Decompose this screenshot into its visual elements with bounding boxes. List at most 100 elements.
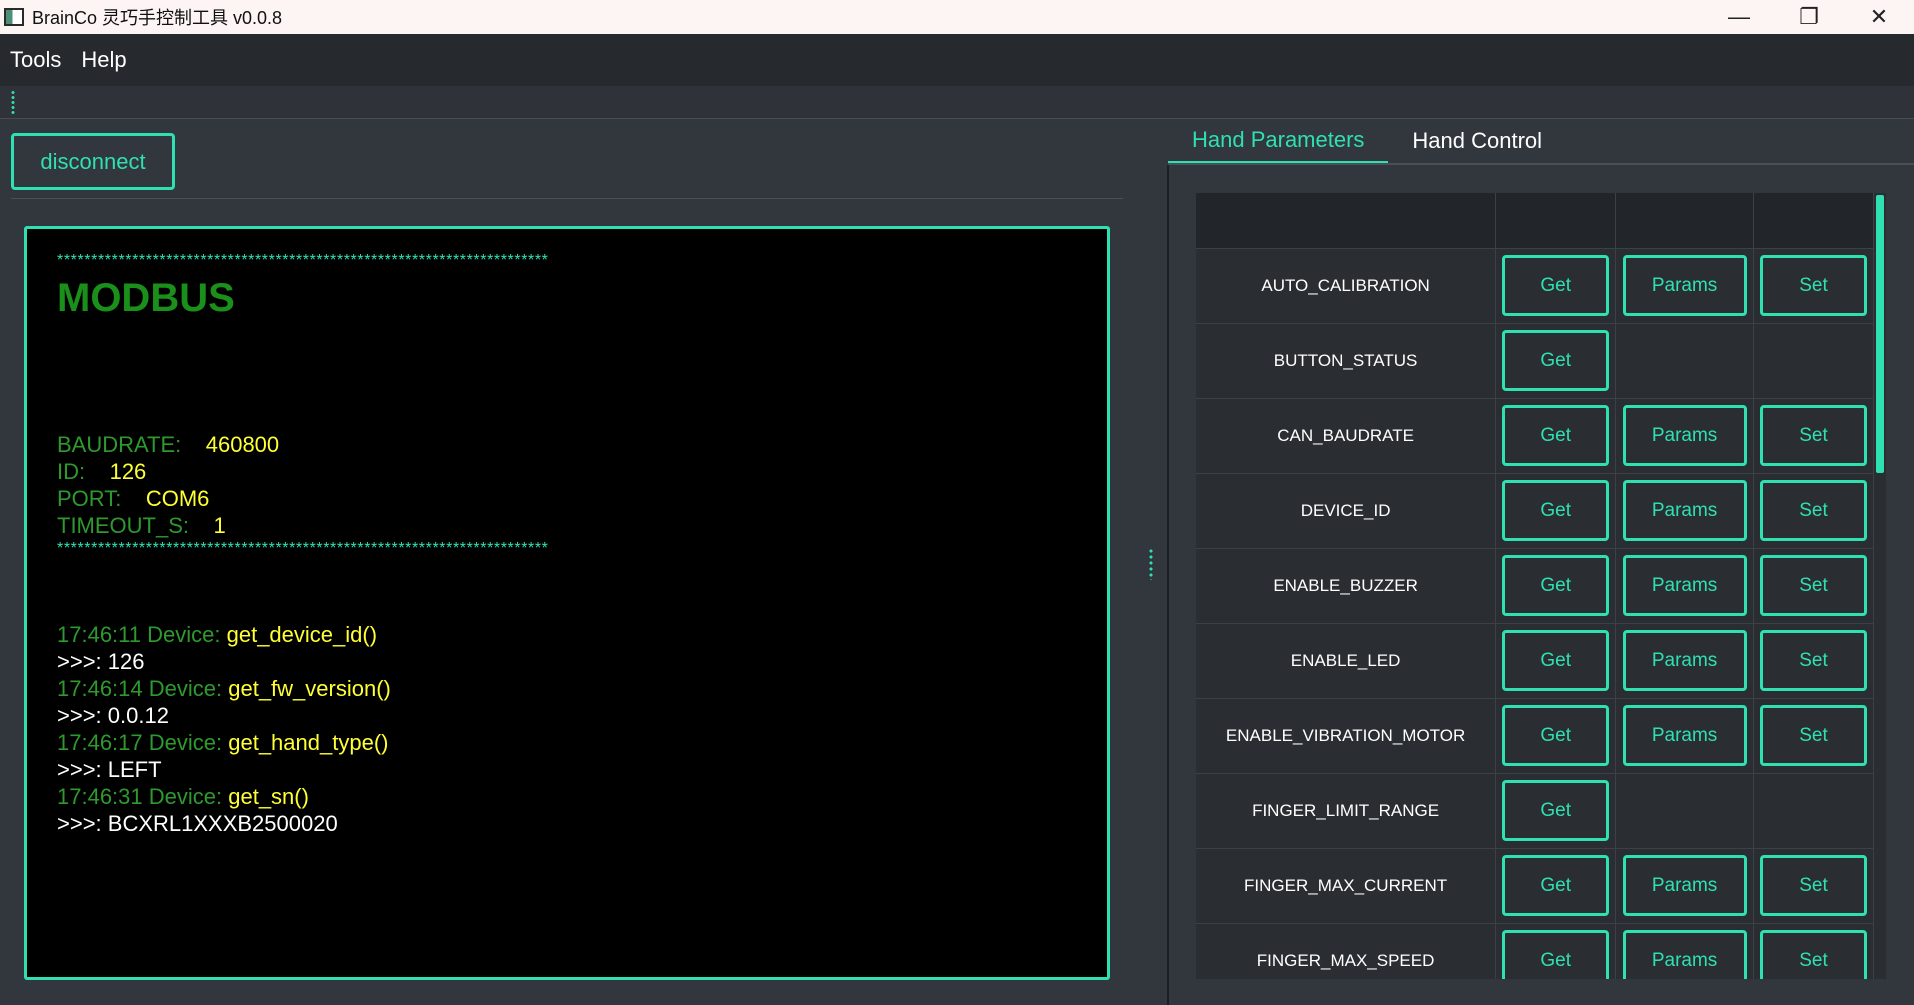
- set-button[interactable]: Set: [1760, 480, 1868, 541]
- log-entry: 17:46:11 Device: get_device_id(): [57, 621, 1107, 648]
- close-icon[interactable]: ✕: [1844, 0, 1914, 34]
- log-result: >>>: BCXRL1XXXB2500020: [57, 811, 338, 836]
- action-cell: Set: [1753, 548, 1874, 624]
- get-button[interactable]: Get: [1502, 480, 1610, 541]
- param-value: 460800: [205, 432, 280, 457]
- console-heading: MODBUS: [57, 276, 235, 320]
- set-button[interactable]: Set: [1760, 255, 1868, 316]
- menu-help[interactable]: Help: [71, 47, 136, 73]
- action-cell: Set: [1753, 248, 1874, 324]
- log-command: get_sn(): [228, 784, 309, 809]
- action-cell: Params: [1615, 548, 1755, 624]
- get-button[interactable]: Get: [1502, 255, 1610, 316]
- action-cell: Get: [1495, 698, 1617, 774]
- get-button[interactable]: Get: [1502, 930, 1610, 979]
- param-value: 126: [109, 459, 147, 484]
- get-button[interactable]: Get: [1502, 630, 1610, 691]
- action-cell: Params: [1615, 248, 1755, 324]
- action-cell: Params: [1615, 698, 1755, 774]
- action-cell: Params: [1615, 623, 1755, 699]
- table-row: CAN_BAUDRATE Get Params Set: [1196, 398, 1874, 474]
- param-port: PORT: COM6: [57, 485, 1107, 512]
- set-button[interactable]: Set: [1760, 705, 1868, 766]
- params-button[interactable]: Params: [1622, 630, 1747, 691]
- scrollbar-thumb[interactable]: [1876, 195, 1884, 473]
- log-command: get_hand_type(): [228, 730, 389, 755]
- menu-tools[interactable]: Tools: [0, 47, 71, 73]
- table-header-row: [1196, 193, 1874, 249]
- divider: [11, 198, 1123, 199]
- set-button[interactable]: Set: [1760, 405, 1868, 466]
- set-button[interactable]: Set: [1760, 555, 1868, 616]
- action-cell: Params: [1615, 923, 1755, 979]
- get-button[interactable]: Get: [1502, 405, 1610, 466]
- action-cell: Get: [1495, 773, 1617, 849]
- action-cell: Get: [1495, 398, 1617, 474]
- command-log: 17:46:11 Device: get_device_id() >>>: 12…: [57, 621, 1107, 837]
- log-entry: 17:46:17 Device: get_hand_type(): [57, 729, 1107, 756]
- params-button[interactable]: Params: [1622, 705, 1747, 766]
- set-button[interactable]: Set: [1760, 855, 1868, 916]
- tab-hand-control[interactable]: Hand Control: [1388, 118, 1566, 164]
- params-button[interactable]: Params: [1622, 855, 1747, 916]
- window-controls: — ❐ ✕: [1704, 0, 1914, 34]
- action-cell: Set: [1753, 698, 1874, 774]
- param-key: PORT:: [57, 486, 122, 511]
- tab-hand-parameters[interactable]: Hand Parameters: [1168, 118, 1389, 164]
- parameter-name: ENABLE_LED: [1196, 623, 1497, 699]
- log-time: 17:46:31 Device:: [57, 784, 223, 809]
- params-button[interactable]: Params: [1622, 255, 1747, 316]
- params-button[interactable]: Params: [1622, 480, 1747, 541]
- action-cell: Set: [1753, 473, 1874, 549]
- table-body: AUTO_CALIBRATION Get Params Set BUTTON_STATU…: [1196, 248, 1874, 979]
- action-cell: Get: [1495, 923, 1617, 979]
- param-value: COM6: [145, 486, 210, 511]
- console-separator-bottom: ****************************************…: [57, 540, 549, 557]
- action-cell: Params: [1615, 473, 1755, 549]
- vertical-scrollbar[interactable]: [1874, 193, 1886, 979]
- parameters-table-container[interactable]: AUTO_CALIBRATION Get Params Set BUTTON_STATU…: [1196, 193, 1886, 979]
- disconnect-button[interactable]: disconnect: [11, 133, 175, 190]
- params-button[interactable]: Params: [1622, 930, 1747, 979]
- toolbar-grip-icon[interactable]: [10, 90, 16, 116]
- get-button[interactable]: Get: [1502, 555, 1610, 616]
- app-window: BrainCo 灵巧手控制工具 v0.0.8 — ❐ ✕ Tools Help …: [0, 0, 1914, 1005]
- parameter-name: ENABLE_VIBRATION_MOTOR: [1196, 698, 1497, 774]
- action-cell: Set: [1753, 923, 1874, 979]
- splitter-handle-icon[interactable]: [1149, 548, 1153, 580]
- table-row: ENABLE_LED Get Params Set: [1196, 623, 1874, 699]
- action-cell: Set: [1753, 848, 1874, 924]
- table-row: ENABLE_VIBRATION_MOTOR Get Params Set: [1196, 698, 1874, 774]
- header-cell: [1615, 193, 1755, 249]
- table-row: FINGER_LIMIT_RANGE Get: [1196, 773, 1874, 849]
- set-button[interactable]: Set: [1760, 630, 1868, 691]
- restore-icon[interactable]: ❐: [1774, 0, 1844, 34]
- get-button[interactable]: Get: [1502, 855, 1610, 916]
- log-result: >>>: 126: [57, 649, 145, 674]
- param-key: TIMEOUT_S:: [57, 513, 190, 538]
- get-button[interactable]: Get: [1502, 330, 1610, 391]
- params-button[interactable]: Params: [1622, 555, 1747, 616]
- action-cell: Params: [1615, 398, 1755, 474]
- header-cell: [1495, 193, 1617, 249]
- action-cell: Params: [1615, 848, 1755, 924]
- table-row: ENABLE_BUZZER Get Params Set: [1196, 548, 1874, 624]
- parameter-name: FINGER_LIMIT_RANGE: [1196, 773, 1497, 849]
- get-button[interactable]: Get: [1502, 705, 1610, 766]
- header-cell: [1753, 193, 1874, 249]
- console-separator-top: ****************************************…: [57, 252, 549, 269]
- params-button[interactable]: Params: [1622, 405, 1747, 466]
- menu-bar: Tools Help: [0, 34, 1914, 86]
- action-cell: Get: [1495, 548, 1617, 624]
- console-output[interactable]: ****************************************…: [24, 226, 1110, 980]
- log-time: 17:46:11 Device:: [57, 622, 221, 647]
- log-entry: 17:46:31 Device: get_sn(): [57, 783, 1107, 810]
- log-entry: 17:46:14 Device: get_fw_version(): [57, 675, 1107, 702]
- get-button[interactable]: Get: [1502, 780, 1610, 841]
- title-bar: BrainCo 灵巧手控制工具 v0.0.8 — ❐ ✕: [0, 0, 1914, 34]
- set-button[interactable]: Set: [1760, 930, 1868, 979]
- table-row: DEVICE_ID Get Params Set: [1196, 473, 1874, 549]
- minimize-icon[interactable]: —: [1704, 0, 1774, 34]
- log-command: get_device_id(): [226, 622, 378, 647]
- action-cell: [1753, 773, 1874, 849]
